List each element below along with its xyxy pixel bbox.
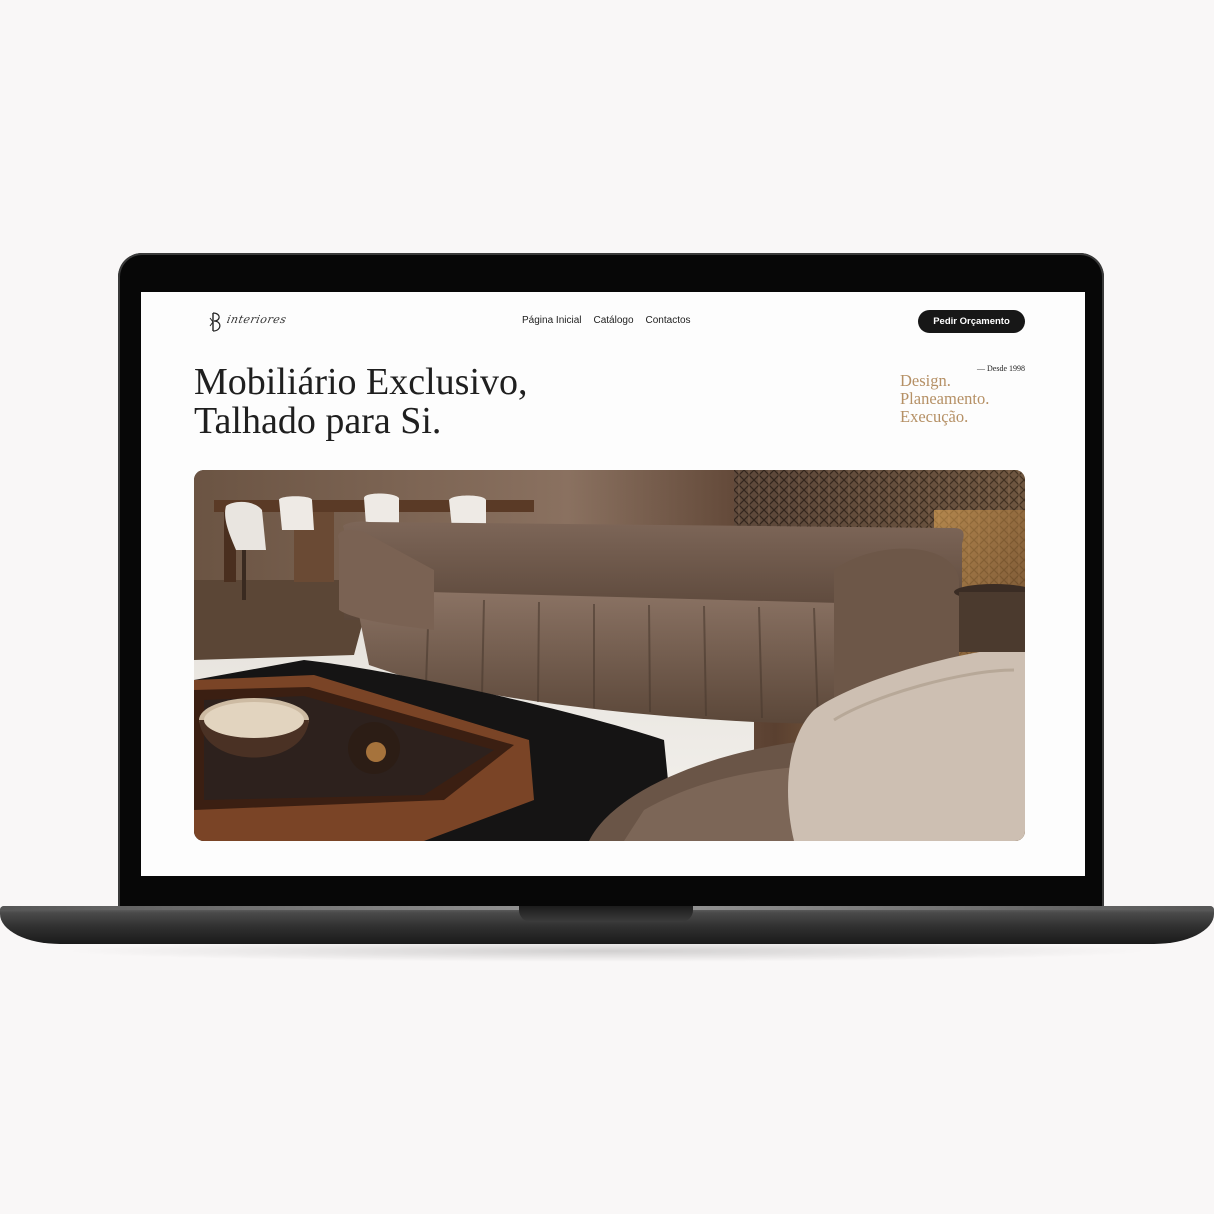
tagline: Design. Planeamento. Execução. — [900, 372, 989, 426]
request-quote-button[interactable]: Pedir Orçamento — [918, 310, 1025, 333]
site-logo[interactable]: interiores — [209, 310, 299, 334]
logo-wordmark: interiores — [225, 313, 288, 326]
laptop-notch — [519, 906, 693, 922]
hero-title: Mobiliário Exclusivo, Talhado para Si. — [194, 363, 528, 441]
hero-title-line-1: Mobiliário Exclusivo, — [194, 361, 528, 403]
main-nav: Página Inicial Catálogo Contactos — [522, 315, 691, 326]
laptop-screen: interiores Página Inicial Catálogo Conta… — [141, 292, 1085, 876]
nav-contacts[interactable]: Contactos — [646, 315, 691, 326]
nav-home[interactable]: Página Inicial — [522, 315, 581, 326]
logo-monogram-icon — [209, 312, 221, 332]
hero-title-line-2: Talhado para Si. — [194, 400, 442, 442]
tagline-design: Design. — [900, 371, 951, 390]
nav-catalog[interactable]: Catálogo — [593, 315, 633, 326]
tagline-planning: Planeamento. — [900, 389, 990, 408]
tagline-execution: Execução. — [900, 407, 969, 426]
hero-image — [194, 470, 1025, 841]
